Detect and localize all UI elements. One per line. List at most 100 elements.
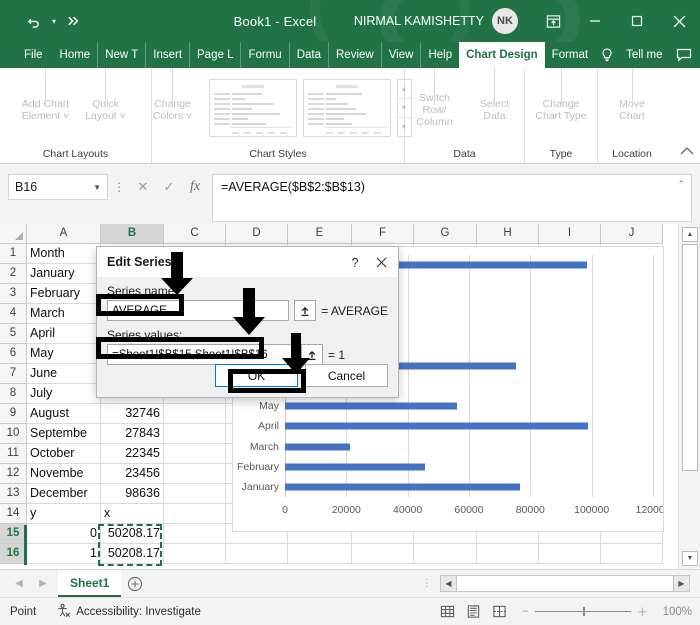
zoom-in-icon[interactable]: ＋ bbox=[637, 604, 649, 620]
bar-february[interactable] bbox=[285, 463, 426, 471]
row-header-1[interactable]: 1 bbox=[0, 243, 27, 264]
tab-file[interactable]: File bbox=[14, 42, 53, 68]
cell-f16[interactable] bbox=[351, 543, 414, 564]
cell-d16[interactable] bbox=[225, 543, 288, 564]
cell-a8[interactable]: July bbox=[26, 383, 101, 404]
chart-style-thumbnail-1[interactable] bbox=[208, 79, 297, 137]
cell-a12[interactable]: Novembe bbox=[26, 463, 101, 484]
collapse-ribbon-icon[interactable] bbox=[680, 145, 694, 159]
column-header-a[interactable]: A bbox=[26, 224, 101, 244]
tab-chart-design[interactable]: Chart Design bbox=[459, 42, 545, 68]
move-chart-button[interactable]: Move Chart bbox=[604, 68, 660, 122]
cell-b14[interactable]: x bbox=[100, 503, 164, 524]
bar-may[interactable] bbox=[285, 402, 458, 410]
select-data-button[interactable]: Select Data bbox=[467, 68, 523, 122]
cell-c9[interactable] bbox=[163, 403, 226, 424]
tab-data[interactable]: Data bbox=[288, 42, 328, 68]
tab-format[interactable]: Format bbox=[545, 42, 595, 68]
tab-review[interactable]: Review bbox=[328, 42, 381, 68]
scroll-up-icon[interactable]: ▲ bbox=[682, 227, 698, 242]
cancel-icon[interactable]: ✕ bbox=[130, 174, 156, 200]
cell-a6[interactable]: May bbox=[26, 343, 101, 364]
tab-new-tab[interactable]: New T bbox=[97, 42, 145, 68]
help-question-icon[interactable]: ? bbox=[342, 249, 368, 275]
row-header-10[interactable]: 10 bbox=[0, 423, 27, 444]
tab-page-layout[interactable]: Page L bbox=[189, 42, 240, 68]
cell-a14[interactable]: y bbox=[26, 503, 101, 524]
lightbulb-icon[interactable] bbox=[595, 42, 619, 68]
zoom-level[interactable]: 100% bbox=[658, 606, 692, 618]
column-header-b[interactable]: B bbox=[100, 224, 164, 244]
minimize-icon[interactable] bbox=[574, 0, 616, 42]
column-header-d[interactable]: D bbox=[225, 224, 288, 244]
chart-style-thumbnail-2[interactable] bbox=[302, 79, 391, 137]
row-header-3[interactable]: 3 bbox=[0, 283, 27, 304]
tab-view[interactable]: View bbox=[380, 42, 421, 68]
bar-march[interactable] bbox=[285, 443, 351, 451]
ok-button[interactable]: OK bbox=[215, 364, 298, 387]
change-chart-type-button[interactable]: Change Chart Type bbox=[529, 68, 593, 122]
cell-h16[interactable] bbox=[476, 543, 539, 564]
scroll-left-icon[interactable]: ◀ bbox=[441, 576, 456, 591]
cell-e16[interactable] bbox=[287, 543, 352, 564]
column-header-i[interactable]: I bbox=[538, 224, 601, 244]
bar-january[interactable] bbox=[285, 483, 520, 491]
horizontal-scrollbar[interactable]: ◀ ▶ bbox=[440, 575, 690, 592]
cell-a10[interactable]: Septembe bbox=[26, 423, 101, 444]
series-values-range-picker-icon[interactable] bbox=[301, 344, 323, 365]
accessibility-status[interactable]: Accessibility: Investigate bbox=[46, 603, 211, 621]
series-name-input[interactable]: AVERAGE bbox=[107, 300, 290, 321]
cell-b9[interactable]: 32746 bbox=[100, 403, 164, 424]
cell-g16[interactable] bbox=[413, 543, 477, 564]
column-header-f[interactable]: F bbox=[351, 224, 414, 244]
cell-a11[interactable]: October bbox=[26, 443, 101, 464]
add-chart-element-button[interactable]: Add Chart Element ˅ bbox=[18, 68, 74, 122]
row-header-4[interactable]: 4 bbox=[0, 303, 27, 324]
cell-a3[interactable]: February bbox=[26, 283, 101, 304]
enter-icon[interactable]: ✓ bbox=[156, 174, 182, 200]
cell-a2[interactable]: January bbox=[26, 263, 101, 284]
tab-help[interactable]: Help bbox=[420, 42, 459, 68]
edit-series-dialog[interactable]: Edit Series ? Series name: AVERAGE = AVE… bbox=[96, 246, 399, 398]
cell-j16[interactable] bbox=[600, 543, 663, 564]
cancel-button[interactable]: Cancel bbox=[305, 364, 388, 387]
tab-insert[interactable]: Insert bbox=[145, 42, 189, 68]
row-header-14[interactable]: 14 bbox=[0, 503, 27, 524]
cell-b11[interactable]: 22345 bbox=[100, 443, 164, 464]
insert-function-icon[interactable]: fx bbox=[182, 174, 208, 200]
change-colors-button[interactable]: Change Colors ˅ bbox=[145, 68, 201, 122]
cell-c11[interactable] bbox=[163, 443, 226, 464]
cell-b16[interactable]: 50208.17 bbox=[100, 543, 164, 564]
tab-split-handle[interactable]: ⋮ bbox=[414, 578, 440, 589]
cell-a9[interactable]: August bbox=[26, 403, 101, 424]
vertical-scrollbar-thumb[interactable] bbox=[682, 244, 698, 471]
tab-home[interactable]: Home bbox=[53, 42, 98, 68]
row-header-15[interactable]: 15 bbox=[0, 523, 27, 544]
name-box[interactable]: B16 ▼ bbox=[8, 174, 108, 200]
maximize-icon[interactable] bbox=[616, 0, 658, 42]
cell-c16[interactable] bbox=[163, 543, 226, 564]
column-header-c[interactable]: C bbox=[163, 224, 226, 244]
cell-c10[interactable] bbox=[163, 423, 226, 444]
previous-sheet-icon[interactable]: ◀ bbox=[8, 573, 30, 595]
row-header-11[interactable]: 11 bbox=[0, 443, 27, 464]
avatar[interactable]: NK bbox=[492, 8, 518, 34]
tab-formulas[interactable]: Formu bbox=[240, 42, 288, 68]
cell-b15[interactable]: 50208.17 bbox=[100, 523, 164, 544]
quick-layout-button[interactable]: Quick Layout ˅ bbox=[78, 68, 134, 122]
zoom-slider-track[interactable] bbox=[534, 607, 631, 616]
cell-a4[interactable]: March bbox=[26, 303, 101, 324]
name-box-dropdown-icon[interactable]: ▼ bbox=[93, 183, 101, 192]
bar-april[interactable] bbox=[285, 422, 588, 430]
undo-icon[interactable] bbox=[22, 9, 46, 33]
row-header-16[interactable]: 16 bbox=[0, 543, 27, 564]
zoom-out-icon[interactable]: − bbox=[522, 606, 529, 618]
ribbon-display-options-icon[interactable] bbox=[532, 0, 574, 42]
cell-c15[interactable] bbox=[163, 523, 226, 544]
column-header-h[interactable]: H bbox=[476, 224, 539, 244]
expand-formula-bar-icon[interactable]: ⌃ bbox=[677, 179, 685, 190]
next-sheet-icon[interactable]: ▶ bbox=[32, 573, 54, 595]
cell-a5[interactable]: April bbox=[26, 323, 101, 344]
cell-c13[interactable] bbox=[163, 483, 226, 504]
normal-view-icon[interactable] bbox=[436, 601, 460, 623]
